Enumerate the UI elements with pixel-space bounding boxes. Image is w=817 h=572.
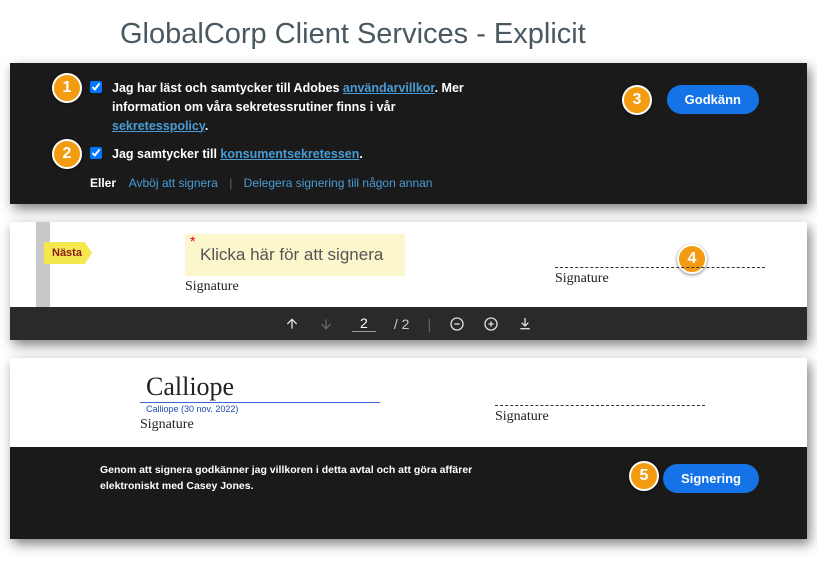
signature-rendered: Calliope bbox=[140, 372, 380, 403]
pdf-toolbar: / 2 | bbox=[10, 307, 807, 340]
or-label: Eller bbox=[90, 176, 116, 190]
page-number-input[interactable] bbox=[352, 315, 376, 332]
signed-label-left: Signature bbox=[140, 417, 440, 433]
zoom-in-icon[interactable] bbox=[483, 316, 499, 332]
page-total: / 2 bbox=[394, 316, 410, 332]
signing-disclosure: Genom att signera godkänner jag villkore… bbox=[100, 463, 520, 495]
step-badge-5: 5 bbox=[629, 461, 659, 491]
page-gutter bbox=[36, 222, 50, 307]
step-badge-2: 2 bbox=[52, 139, 82, 169]
page-up-icon[interactable] bbox=[284, 316, 300, 332]
consent-text-consumer: Jag samtycker till konsumentsekretessen. bbox=[112, 145, 363, 164]
signature-placeholder-text: Klicka här för att signera bbox=[200, 245, 383, 264]
signature-line-right-2 bbox=[495, 372, 705, 406]
required-asterisk: * bbox=[190, 233, 195, 249]
consumer-privacy-link[interactable]: konsumentsekretessen bbox=[220, 147, 359, 161]
options-row: Eller Avböj att signera | Delegera signe… bbox=[90, 176, 783, 190]
consent-text-terms: Jag har läst och samtycker till Adobes a… bbox=[112, 79, 492, 135]
signed-label-right: Signature bbox=[495, 409, 705, 425]
privacy-link[interactable]: sekretesspolicy bbox=[112, 119, 205, 133]
signature-label-right: Signature bbox=[555, 271, 765, 287]
page-title: GlobalCorp Client Services - Explicit bbox=[10, 10, 807, 63]
signature-line-right bbox=[555, 234, 765, 268]
bottom-spacer bbox=[10, 511, 807, 539]
signature-label-left: Signature bbox=[185, 279, 465, 295]
download-icon[interactable] bbox=[517, 316, 533, 332]
next-tab[interactable]: Nästa bbox=[44, 242, 92, 264]
step-badge-1: 1 bbox=[52, 73, 82, 103]
delegate-link[interactable]: Delegera signering till någon annan bbox=[244, 176, 433, 190]
decline-link[interactable]: Avböj att signera bbox=[129, 176, 218, 190]
signature-meta: Calliope (30 nov. 2022) bbox=[140, 404, 440, 414]
signed-area: Calliope Calliope (30 nov. 2022) Signatu… bbox=[10, 358, 807, 447]
page-down-icon[interactable] bbox=[318, 316, 334, 332]
consent-checkbox-consumer[interactable] bbox=[90, 147, 102, 159]
signing-button[interactable]: Signering bbox=[663, 464, 759, 493]
consent-checkbox-terms[interactable] bbox=[90, 81, 102, 93]
terms-link[interactable]: användarvillkor bbox=[343, 81, 435, 95]
signature-area: Nästa 4 * Klicka här för att signera Sig… bbox=[10, 222, 807, 307]
zoom-out-icon[interactable] bbox=[449, 316, 465, 332]
signature-field[interactable]: * Klicka här för att signera bbox=[185, 234, 405, 276]
consent-panel: 3 Godkänn 1 Jag har läst och samtycker t… bbox=[10, 63, 807, 204]
signing-bar: 5 Genom att signera godkänner jag villko… bbox=[10, 447, 807, 511]
